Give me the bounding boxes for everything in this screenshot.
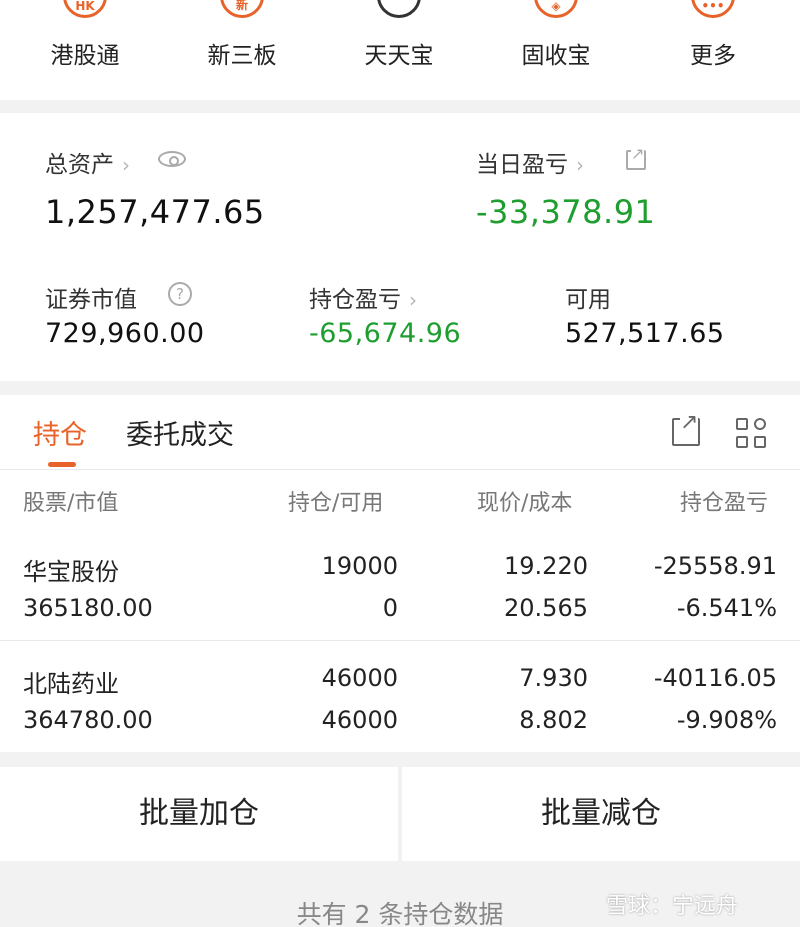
market-value: 729,960.00 bbox=[45, 318, 205, 349]
stock-name: 北陆药业 bbox=[23, 670, 119, 698]
stock-pl-pct: -9.908% bbox=[676, 706, 777, 734]
shortcut-hk-connect[interactable]: HK 港股通 bbox=[10, 0, 160, 100]
available-label: 可用 bbox=[565, 287, 611, 313]
shortcut-bar: HK 港股通 新 新三板 天天宝 ◈ 固收宝 ••• 更多 bbox=[0, 0, 800, 100]
shortcut-label: 更多 bbox=[690, 43, 736, 69]
batch-reduce-button[interactable]: 批量减仓 bbox=[402, 767, 800, 861]
stock-price: 19.220 bbox=[504, 552, 588, 580]
piggy-bank-icon bbox=[377, 0, 421, 18]
batch-add-button[interactable]: 批量加仓 bbox=[0, 767, 398, 861]
total-assets-label[interactable]: 总资产 › bbox=[45, 145, 130, 179]
stock-pl: -25558.91 bbox=[653, 552, 777, 580]
divider bbox=[0, 640, 800, 641]
stock-price: 7.930 bbox=[519, 664, 588, 692]
shortcut-label: 天天宝 bbox=[364, 43, 434, 69]
shortcut-tiantianbao[interactable]: 天天宝 bbox=[324, 0, 474, 100]
position-pl-value: -65,674.96 bbox=[309, 318, 462, 349]
shortcut-label: 新三板 bbox=[207, 43, 277, 69]
watermark: 雪球：宁远舟 bbox=[606, 894, 739, 919]
stock-market-value: 365180.00 bbox=[23, 594, 153, 622]
stock-available: 46000 bbox=[321, 706, 398, 734]
daily-pl-value: -33,378.91 bbox=[476, 193, 656, 231]
share-icon[interactable] bbox=[672, 412, 700, 446]
total-assets-value: 1,257,477.65 bbox=[45, 193, 265, 231]
external-link-icon[interactable] bbox=[626, 146, 646, 170]
eye-icon[interactable] bbox=[158, 151, 186, 167]
stock-position: 46000 bbox=[321, 664, 398, 692]
header-pl: 持仓盈亏 bbox=[680, 491, 769, 516]
stock-name: 华宝股份 bbox=[23, 558, 119, 586]
shortcut-label: 固收宝 bbox=[521, 43, 591, 69]
stock-position: 19000 bbox=[321, 552, 398, 580]
stock-cost: 8.802 bbox=[519, 706, 588, 734]
shortcut-label: 港股通 bbox=[50, 43, 120, 69]
tab-orders[interactable]: 委托成交 bbox=[126, 413, 234, 452]
hk-icon: HK bbox=[63, 0, 107, 18]
active-tab-indicator bbox=[48, 462, 76, 467]
stock-market-value: 364780.00 bbox=[23, 706, 153, 734]
chevron-right-icon: › bbox=[122, 153, 130, 177]
holdings-panel: 持仓 委托成交 股票/市值 持仓/可用 现价/成本 持仓盈亏 华宝股份 3651… bbox=[0, 395, 800, 752]
header-position: 持仓/可用 bbox=[288, 491, 384, 516]
divider bbox=[0, 469, 800, 470]
shortcut-fixed-income[interactable]: ◈ 固收宝 bbox=[481, 0, 631, 100]
available-value: 527,517.65 bbox=[565, 318, 725, 349]
chevron-right-icon: › bbox=[576, 153, 584, 177]
shortcut-new-board[interactable]: 新 新三板 bbox=[167, 0, 317, 100]
more-icon: ••• bbox=[691, 0, 735, 18]
new-board-icon: 新 bbox=[220, 0, 264, 18]
position-pl-label[interactable]: 持仓盈亏 › bbox=[309, 280, 417, 314]
stock-available: 0 bbox=[382, 594, 398, 622]
stock-cost: 20.565 bbox=[504, 594, 588, 622]
chevron-right-icon: › bbox=[409, 288, 417, 312]
shortcut-more[interactable]: ••• 更多 bbox=[638, 0, 788, 100]
header-stock: 股票/市值 bbox=[23, 491, 119, 516]
grid-view-icon[interactable] bbox=[736, 418, 768, 450]
header-price: 现价/成本 bbox=[477, 491, 573, 516]
stock-pl: -40116.05 bbox=[653, 664, 777, 692]
help-icon[interactable]: ? bbox=[168, 282, 192, 306]
fixed-income-icon: ◈ bbox=[534, 0, 578, 18]
stock-pl-pct: -6.541% bbox=[676, 594, 777, 622]
tab-positions[interactable]: 持仓 bbox=[33, 413, 87, 452]
daily-pl-label[interactable]: 当日盈亏 › bbox=[476, 145, 584, 179]
market-value-label: 证券市值 bbox=[45, 287, 137, 313]
asset-summary-card: 总资产› 1,257,477.65 当日盈亏› -33,378.91 证券市值 … bbox=[0, 113, 800, 381]
